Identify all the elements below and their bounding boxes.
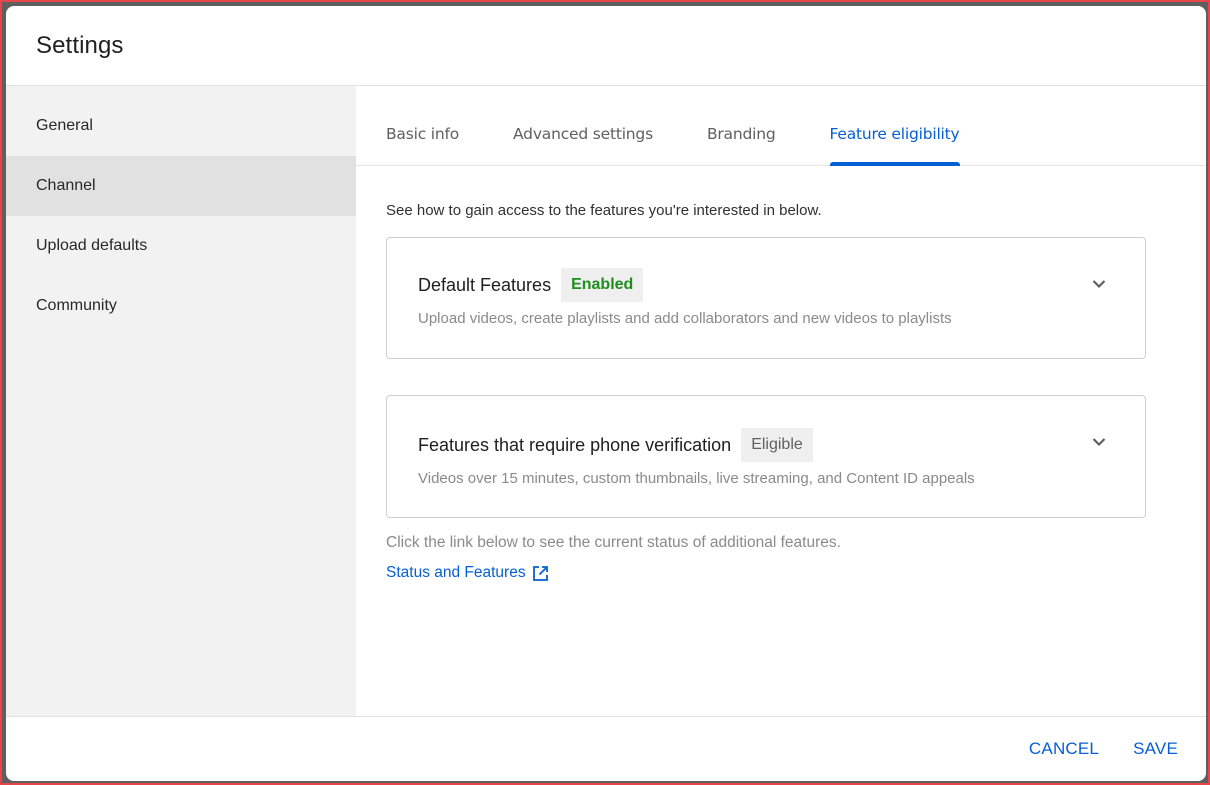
default-features-card[interactable]: Default Features Enabled Upload videos, … bbox=[386, 237, 1146, 359]
card-header: Features that require phone verification… bbox=[418, 428, 1115, 462]
sidebar-item-label: Community bbox=[36, 297, 117, 314]
cancel-button[interactable]: CANCEL bbox=[1029, 739, 1099, 759]
dialog-title: Settings bbox=[36, 31, 124, 59]
sidebar-item-community[interactable]: Community bbox=[6, 276, 356, 336]
card-description: Upload videos, create playlists and add … bbox=[418, 310, 952, 327]
sidebar-item-upload-defaults[interactable]: Upload defaults bbox=[6, 216, 356, 276]
card-header: Default Features Enabled bbox=[418, 268, 1115, 302]
intro-text: See how to gain access to the features y… bbox=[386, 202, 822, 219]
tab-advanced-settings[interactable]: Advanced settings bbox=[513, 85, 653, 165]
tab-basic-info[interactable]: Basic info bbox=[386, 85, 459, 165]
phone-verification-features-card[interactable]: Features that require phone verification… bbox=[386, 395, 1146, 518]
sidebar-item-label: Channel bbox=[36, 177, 96, 194]
status-badge: Enabled bbox=[561, 268, 644, 302]
open-in-new-icon bbox=[532, 565, 548, 581]
sidebar-item-channel[interactable]: Channel bbox=[6, 156, 356, 216]
card-title: Features that require phone verification bbox=[418, 434, 732, 455]
chevron-down-icon[interactable] bbox=[1089, 432, 1109, 452]
additional-features-hint: Click the link below to see the current … bbox=[386, 534, 841, 551]
sidebar-item-label: Upload defaults bbox=[36, 237, 148, 254]
dialog-header: Settings bbox=[6, 6, 1206, 86]
sidebar-item-general[interactable]: General bbox=[6, 96, 356, 156]
status-badge: Eligible bbox=[741, 428, 813, 462]
chevron-down-icon[interactable] bbox=[1089, 274, 1109, 294]
card-title: Default Features bbox=[418, 274, 552, 295]
sidebar-item-label: General bbox=[36, 117, 93, 134]
dialog-footer: CANCEL SAVE bbox=[6, 716, 1206, 781]
status-and-features-link[interactable]: Status and Features bbox=[386, 564, 549, 582]
feature-eligibility-content: See how to gain access to the features y… bbox=[356, 166, 1206, 582]
tab-branding[interactable]: Branding bbox=[707, 85, 776, 165]
card-description: Videos over 15 minutes, custom thumbnail… bbox=[418, 470, 975, 487]
channel-settings-panel: Basic info Advanced settings Branding Fe… bbox=[356, 86, 1206, 716]
settings-sidebar: General Channel Upload defaults Communit… bbox=[6, 86, 356, 716]
channel-tabs: Basic info Advanced settings Branding Fe… bbox=[356, 86, 1206, 166]
dialog-body: General Channel Upload defaults Communit… bbox=[6, 86, 1206, 716]
tab-feature-eligibility[interactable]: Feature eligibility bbox=[829, 85, 960, 166]
save-button[interactable]: SAVE bbox=[1133, 739, 1178, 759]
link-label: Status and Features bbox=[386, 564, 526, 581]
settings-dialog: Settings General Channel Upload defaults… bbox=[6, 6, 1206, 781]
